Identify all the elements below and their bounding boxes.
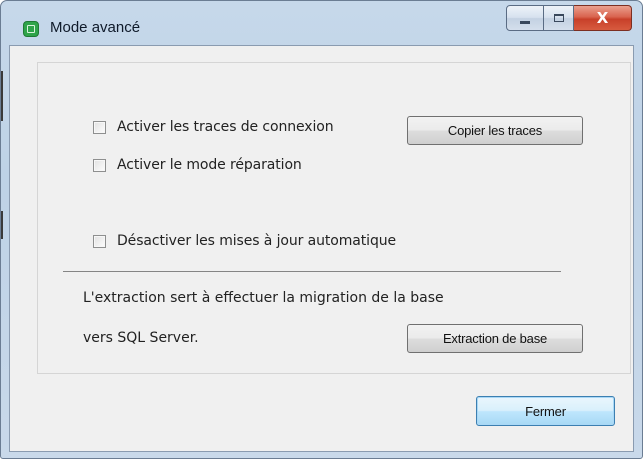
repair-checkbox-label: Activer le mode réparation xyxy=(117,157,302,173)
repair-checkbox[interactable] xyxy=(93,158,106,172)
minimize-icon xyxy=(520,20,530,24)
maximize-icon xyxy=(553,14,564,22)
disable-updates-checkbox-label: Désactiver les mises à jour automatique xyxy=(117,233,397,249)
extraction-description-line2: vers SQL Server. xyxy=(83,330,199,346)
client-area: Activer les traces de connexion Copier l… xyxy=(9,45,634,452)
disable-updates-option[interactable]: Désactiver les mises à jour automatique xyxy=(93,233,396,249)
trace-checkbox[interactable] xyxy=(93,120,106,134)
minimize-button[interactable] xyxy=(506,5,544,31)
repair-option[interactable]: Activer le mode réparation xyxy=(93,157,302,173)
extraction-button[interactable]: Extraction de base xyxy=(407,324,583,353)
edge-artifact xyxy=(1,71,3,121)
disable-updates-checkbox[interactable] xyxy=(93,234,106,248)
maximize-button[interactable] xyxy=(544,5,574,31)
dialog-window: Mode avancé X Activer les traces de conn… xyxy=(0,0,643,459)
trace-option[interactable]: Activer les traces de connexion xyxy=(93,119,334,135)
copy-traces-button[interactable]: Copier les traces xyxy=(407,116,583,145)
close-icon: X xyxy=(596,9,609,27)
extraction-description-line1: L'extraction sert à effectuer la migrati… xyxy=(83,290,444,306)
close-dialog-button[interactable]: Fermer xyxy=(476,396,615,426)
app-icon xyxy=(23,21,39,37)
edge-artifact xyxy=(1,211,3,239)
title-bar[interactable]: Mode avancé X xyxy=(1,1,642,45)
caption-buttons: X xyxy=(506,5,632,39)
close-button[interactable]: X xyxy=(574,5,632,31)
separator xyxy=(63,271,561,272)
trace-checkbox-label: Activer les traces de connexion xyxy=(117,119,334,135)
window-title: Mode avancé xyxy=(50,19,141,36)
